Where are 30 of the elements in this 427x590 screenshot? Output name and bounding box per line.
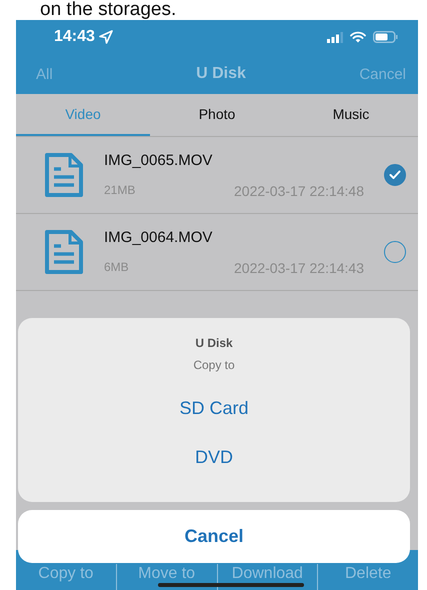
nav-title: U Disk xyxy=(196,65,246,83)
document-icon xyxy=(44,229,84,275)
signal-icon xyxy=(327,32,343,42)
status-time: 14:43 xyxy=(54,28,95,46)
toolbar-button[interactable]: Copy to xyxy=(16,564,116,590)
location-arrow-icon xyxy=(98,30,113,44)
sheet-title: U Disk xyxy=(195,336,233,350)
battery-icon xyxy=(373,31,398,43)
file-size: 21MB xyxy=(104,182,136,198)
toolbar-button[interactable]: Delete xyxy=(317,564,418,590)
caption-text: on the storages. xyxy=(39,0,178,20)
select-all-link[interactable]: All xyxy=(36,66,53,82)
sheet-message: Copy to xyxy=(193,358,235,372)
media-tab[interactable]: Video xyxy=(16,94,150,136)
select-checkbox[interactable] xyxy=(384,241,406,263)
check-icon xyxy=(389,170,401,180)
file-name: IMG_0064.MOV xyxy=(104,228,214,246)
file-size: 6MB xyxy=(104,260,129,276)
file-date: 2022-03-17 22:14:43 xyxy=(234,260,364,276)
file-name: IMG_0065.MOV xyxy=(104,152,214,168)
document-icon xyxy=(44,152,84,198)
sheet-cancel-button[interactable]: Cancel xyxy=(18,510,410,563)
sheet-option[interactable]: SD Card xyxy=(169,394,259,423)
media-tab[interactable]: Photo xyxy=(150,94,284,136)
file-date: 2022-03-17 22:14:48 xyxy=(234,182,364,198)
select-checkbox[interactable] xyxy=(384,164,406,186)
sheet-option[interactable]: DVD xyxy=(184,443,243,472)
wifi-icon xyxy=(350,31,366,43)
cancel-link[interactable]: Cancel xyxy=(359,66,406,82)
media-tab[interactable]: Music xyxy=(284,94,418,136)
